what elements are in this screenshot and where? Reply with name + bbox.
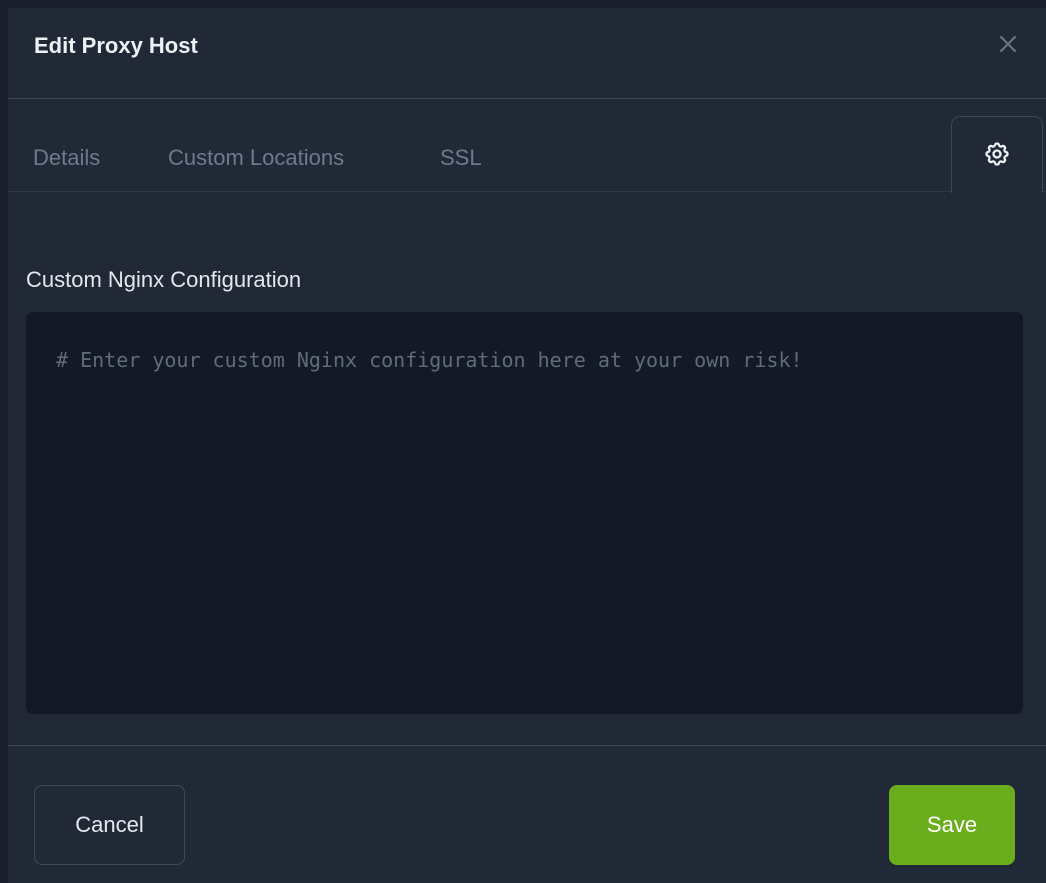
modal-title: Edit Proxy Host <box>34 33 198 58</box>
tab-ssl[interactable]: SSL <box>440 146 482 170</box>
close-icon <box>1000 36 1016 52</box>
close-button[interactable] <box>996 32 1020 56</box>
modal-footer: Cancel Save <box>8 745 1046 883</box>
custom-nginx-config-label: Custom Nginx Configuration <box>26 267 302 292</box>
save-button[interactable]: Save <box>889 785 1015 865</box>
cancel-button[interactable]: Cancel <box>34 785 185 865</box>
custom-nginx-config-editor[interactable] <box>26 312 1023 714</box>
tab-details[interactable]: Details <box>33 146 100 170</box>
tab-custom-locations[interactable]: Custom Locations <box>168 146 344 170</box>
edit-proxy-host-modal: Edit Proxy Host Details Custom Locations… <box>8 8 1046 883</box>
modal-header: Edit Proxy Host <box>8 8 1046 99</box>
gear-icon <box>985 142 1009 166</box>
tab-bar: Details Custom Locations SSL <box>8 99 1046 193</box>
tab-advanced[interactable] <box>951 116 1043 193</box>
